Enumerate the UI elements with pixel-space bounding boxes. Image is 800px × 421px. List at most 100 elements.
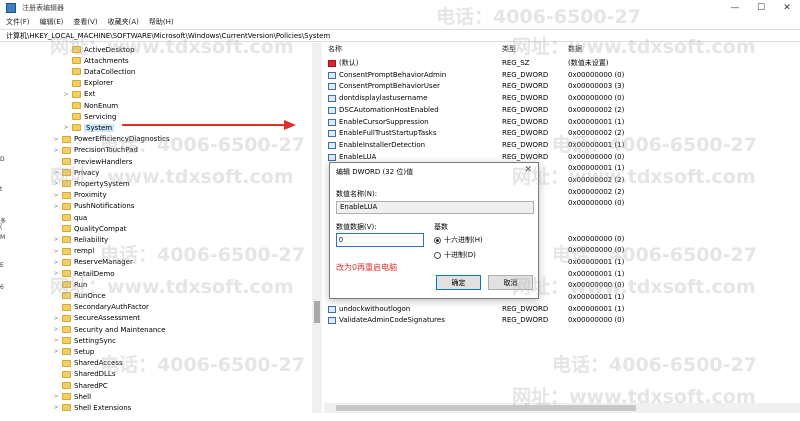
expander-icon[interactable]: >	[62, 91, 70, 98]
expander-icon[interactable]: >	[52, 348, 60, 355]
expander-icon[interactable]: >	[62, 124, 70, 131]
expander-icon[interactable]: >	[52, 404, 60, 411]
tree-item[interactable]: > PropertySystem	[52, 178, 129, 189]
value-row[interactable]: ConsentPromptBehaviorUser REG_DWORD 0x0000…	[324, 81, 800, 92]
value-data-input[interactable]	[336, 233, 424, 247]
tree-item[interactable]: > Setup	[52, 346, 94, 357]
cancel-button[interactable]: 取消	[488, 275, 533, 290]
dword-value-icon	[328, 106, 336, 114]
menu-view[interactable]: 查看(V)	[73, 17, 97, 27]
value-row[interactable]: ConsentPromptBehaviorAdmin REG_DWORD 0x000…	[324, 70, 800, 81]
expander-icon[interactable]: >	[52, 315, 60, 322]
tree-item[interactable]: SharedPC	[52, 380, 108, 391]
tree-item-label: NonEnum	[84, 101, 119, 110]
minimize-button[interactable]: —	[722, 0, 748, 16]
value-row[interactable]: EnableCursorSuppression REG_DWORD 0x000000…	[324, 117, 800, 128]
value-name: dontdisplaylastusername	[339, 94, 428, 103]
menu-favorites[interactable]: 收藏夹(A)	[108, 17, 139, 27]
tree-item-label: Proximity	[74, 191, 107, 200]
tree-item[interactable]: > System	[62, 122, 115, 133]
tree-item[interactable]: Servicing	[62, 111, 116, 122]
tree-item[interactable]: > PushNotifications	[52, 201, 134, 212]
tree-item[interactable]: > Shell	[52, 391, 91, 402]
value-row[interactable]: EnableInstallerDetection REG_DWORD 0x00000…	[324, 140, 800, 151]
expander-icon[interactable]: >	[52, 337, 60, 344]
value-row[interactable]: (默认) REG_SZ (数值未设置)	[324, 58, 800, 69]
tree-scrollbar-thumb[interactable]	[314, 301, 320, 323]
tree-item[interactable]: > SettingSync	[52, 335, 115, 346]
folder-icon	[62, 247, 71, 255]
tree-item[interactable]: > PrecisionTouchPad	[52, 145, 137, 156]
tree-item-label: SecondaryAuthFactor	[74, 303, 149, 312]
column-header-name[interactable]: 名称	[328, 44, 342, 54]
expander-icon[interactable]: >	[52, 393, 60, 400]
hex-radio[interactable]: 十六进制(H)	[434, 235, 524, 245]
edge-fragment-text: E	[0, 262, 4, 269]
close-button[interactable]: ✕	[774, 0, 800, 16]
tree-item[interactable]: > RetailDemo	[52, 268, 114, 279]
maximize-button[interactable]: ☐	[748, 0, 774, 16]
expander-icon[interactable]: >	[52, 192, 60, 199]
expander-icon[interactable]: >	[52, 248, 60, 255]
horizontal-scrollbar[interactable]	[324, 403, 800, 413]
value-row[interactable]: DSCAutomationHostEnabled REG_DWORD 0x00000…	[324, 105, 800, 116]
tree-item[interactable]: Attachments	[62, 55, 129, 66]
menu-file[interactable]: 文件(F)	[6, 17, 30, 27]
tree-item[interactable]: RunOnce	[52, 290, 106, 301]
tree-item[interactable]: > Reliability	[52, 234, 108, 245]
tree-item[interactable]: > Privacy	[52, 167, 99, 178]
value-row[interactable]: ValidateAdminCodeSignatures REG_DWORD 0x00…	[324, 315, 800, 326]
value-row[interactable]: EnableLUA REG_DWORD 0x00000000 (0)	[324, 152, 800, 163]
tree-item[interactable]: > Ext	[62, 89, 95, 100]
horizontal-scrollbar-thumb[interactable]	[336, 405, 636, 411]
tree-item[interactable]: > ReserveManager	[52, 257, 132, 268]
tree-item[interactable]: SharedDLLs	[52, 369, 115, 380]
tree-item[interactable]: NonEnum	[62, 100, 118, 111]
tree-item[interactable]: > PowerEfficiencyDiagnostics	[52, 134, 169, 145]
expander-icon[interactable]: >	[52, 136, 60, 143]
tree-item[interactable]: > Proximity	[52, 190, 107, 201]
expander-icon[interactable]: >	[52, 259, 60, 266]
tree-item-label: SharedPC	[74, 381, 108, 390]
value-row[interactable]: EnableFullTrustStartupTasks REG_DWORD 0x00…	[324, 128, 800, 139]
address-bar[interactable]: 计算机\HKEY_LOCAL_MACHINE\SOFTWARE\Microsof…	[0, 29, 800, 42]
tree-scrollbar[interactable]	[312, 43, 322, 413]
key-tree[interactable]: ActiveDesktop Attachments DataCollection Ex…	[0, 43, 322, 413]
value-type: REG_DWORD	[502, 304, 549, 313]
tree-item[interactable]: ActiveDesktop	[62, 44, 135, 55]
menu-edit[interactable]: 编辑(E)	[40, 17, 64, 27]
tree-item[interactable]: > SecureAssessment	[52, 313, 140, 324]
tree-item-label: Security and Maintenance	[74, 325, 166, 334]
column-header-data[interactable]: 数据	[568, 44, 582, 54]
expander-icon[interactable]: >	[52, 169, 60, 176]
tree-item[interactable]: DataCollection	[62, 66, 135, 77]
tree-item-label: SharedDLLs	[74, 370, 116, 379]
tree-item[interactable]: PreviewHandlers	[52, 156, 132, 167]
tree-item[interactable]: SharedAccess	[52, 358, 123, 369]
tree-item[interactable]: > rempl	[52, 246, 94, 257]
expander-icon[interactable]: >	[52, 203, 60, 210]
tree-item[interactable]: SecondaryAuthFactor	[52, 302, 149, 313]
expander-icon[interactable]: >	[52, 270, 60, 277]
expander-icon[interactable]: >	[52, 180, 60, 187]
folder-icon	[62, 214, 71, 221]
value-type: REG_SZ	[502, 59, 530, 67]
expander-icon[interactable]: >	[52, 326, 60, 333]
value-row[interactable]: dontdisplaylastusername REG_DWORD 0x000000…	[324, 93, 800, 104]
tree-item[interactable]: Explorer	[62, 78, 113, 89]
column-header-type[interactable]: 类型	[502, 44, 516, 54]
value-row[interactable]: undockwithoutlogon REG_DWORD 0x00000001 (1…	[324, 304, 800, 315]
value-data: 0x00000000 (0)	[568, 70, 625, 79]
decimal-radio[interactable]: 十进制(D)	[434, 250, 524, 260]
menu-help[interactable]: 帮助(H)	[149, 17, 174, 27]
ok-button[interactable]: 确定	[436, 275, 481, 290]
tree-item[interactable]: Run	[52, 279, 87, 290]
dialog-close-icon[interactable]: ✕	[524, 165, 532, 175]
tree-item[interactable]: > Security and Maintenance	[52, 324, 165, 335]
tree-item[interactable]: > Shell Extensions	[52, 402, 131, 413]
expander-icon[interactable]: >	[52, 236, 60, 243]
tree-item[interactable]: qua	[52, 212, 87, 223]
expander-icon[interactable]: >	[52, 147, 60, 154]
address-path[interactable]: 计算机\HKEY_LOCAL_MACHINE\SOFTWARE\Microsof…	[6, 31, 330, 41]
tree-item[interactable]: QualityCompat	[52, 223, 126, 234]
